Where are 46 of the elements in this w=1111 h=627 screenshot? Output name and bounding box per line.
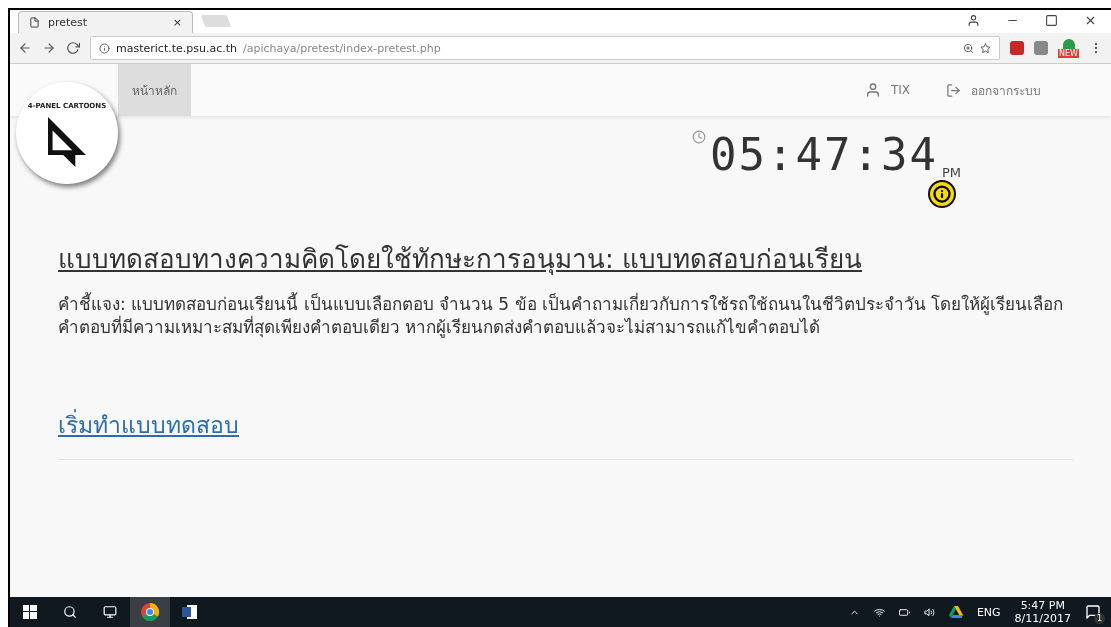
- task-view-icon: [103, 605, 117, 619]
- windows-logo-icon: [23, 605, 37, 619]
- cloud-drive-icon[interactable]: [948, 606, 963, 618]
- close-icon[interactable]: [1084, 14, 1097, 27]
- battery-icon[interactable]: [898, 606, 910, 618]
- page-title: แบบทดสอบทางความคิดโดยใช้ทักษะการอนุมาน: แบบทดสอบก่อนเรียน: [58, 243, 864, 277]
- digital-clock: 05:47:34: [710, 130, 938, 180]
- back-icon[interactable]: [18, 41, 32, 55]
- page-icon: [29, 17, 40, 28]
- nav-item[interactable]: หน้าหลัก: [118, 64, 191, 116]
- logout-icon: [946, 82, 961, 98]
- extension-icon[interactable]: [1010, 41, 1025, 55]
- alarm-clock-icon: [692, 130, 706, 144]
- search-icon: [63, 605, 77, 619]
- taskbar-clock[interactable]: 5:47 PM 8/11/2017: [1014, 599, 1071, 625]
- new-badge: NEW: [1058, 48, 1079, 58]
- tab-title: pretest: [48, 16, 89, 29]
- wifi-icon[interactable]: [873, 606, 885, 618]
- user-link[interactable]: TIX: [864, 82, 910, 98]
- meridiem-label: PM: [941, 165, 961, 180]
- bookmark-star-icon[interactable]: [980, 42, 992, 54]
- browser-tab[interactable]: pretest ×: [18, 11, 193, 33]
- user-name: TIX: [890, 83, 910, 97]
- document-app-icon: [182, 604, 198, 620]
- info-icon: [99, 42, 110, 54]
- restore-icon[interactable]: [1045, 14, 1058, 27]
- user-icon: [864, 82, 881, 98]
- taskbar-app[interactable]: [130, 597, 170, 627]
- language-indicator[interactable]: ENG: [976, 605, 1001, 619]
- zoom-icon[interactable]: [963, 42, 975, 54]
- instructions-text: คำชี้แจง: แบบทดสอบก่อนเรียนนี้ เป็นแบบเลือกตอบ จำนวน 5 ข้อ เป็นคำถามเกี่ยวกับการใช้รถใช้ถนนในชีวิตประจำวัน โดยให้ผู้เรียนเลือกคำตอบที่มีความเหมาะสมที่สุดเพียงคำตอบเดียว หากผู้เรียนกดส่งคำตอบแล้วจะไม่สามารถแก้ไขคำตอบได้: [58, 293, 1065, 339]
- logout-link[interactable]: ออกจากระบบ: [946, 80, 1041, 100]
- url-path: /apichaya/pretest/index-pretest.php: [243, 41, 442, 55]
- forward-icon[interactable]: [42, 41, 56, 55]
- address-bar[interactable]: masterict.te.psu.ac.th /apichaya/pretest/index-pretest.php: [90, 36, 1001, 60]
- info-button[interactable]: [928, 180, 956, 208]
- profile-icon[interactable]: [967, 14, 980, 27]
- logout-label: ออกจากระบบ: [971, 82, 1041, 100]
- url-host: masterict.te.psu.ac.th: [116, 41, 238, 55]
- reload-icon[interactable]: [66, 41, 80, 55]
- extension-icon[interactable]: [1034, 41, 1049, 55]
- start-test-link[interactable]: เริ่มทำแบบทดสอบ: [58, 407, 239, 443]
- extension-icon[interactable]: [1062, 38, 1075, 49]
- volume-icon[interactable]: [923, 606, 935, 618]
- tab-close-button[interactable]: ×: [172, 16, 182, 29]
- browser-logo-icon: [141, 603, 159, 621]
